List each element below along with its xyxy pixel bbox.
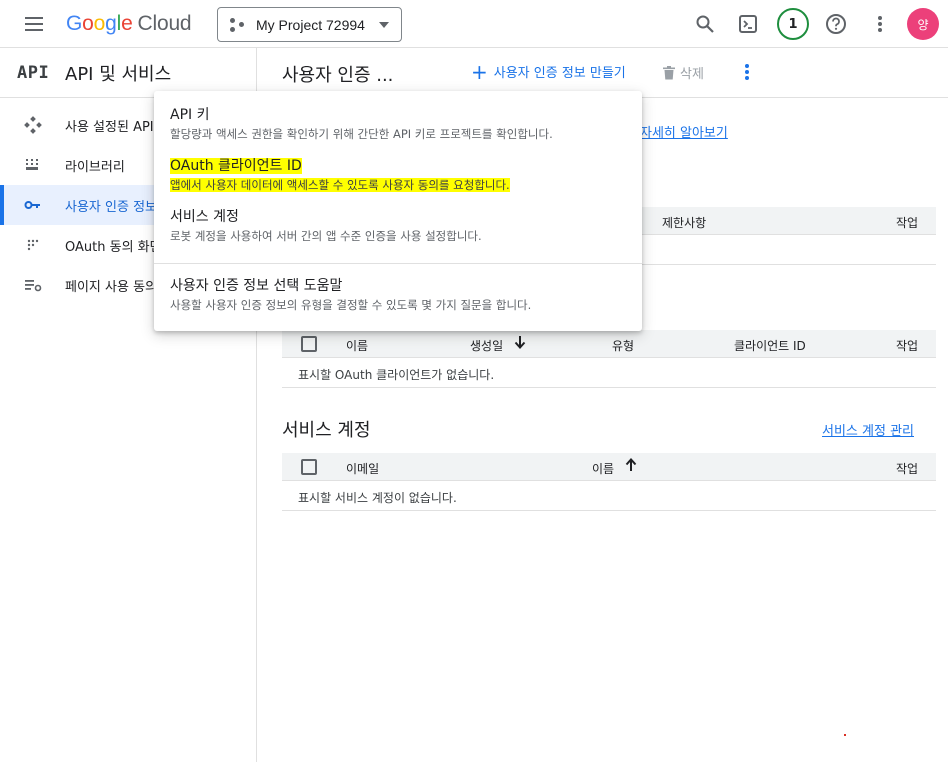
project-selector-button[interactable]: My Project 72994	[217, 7, 402, 42]
oauth-empty-row: 표시할 OAuth 클라이언트가 없습니다.	[282, 359, 936, 388]
col-name: 이름	[346, 339, 369, 353]
sidebar-item-label: OAuth 동의 화면	[65, 239, 162, 255]
sidebar-item-label: 페이지 사용 동의	[65, 279, 157, 295]
api-badge: API	[17, 62, 50, 83]
select-all-checkbox[interactable]	[301, 336, 317, 352]
learn-more-link[interactable]: 자세히 알아보기	[640, 122, 728, 141]
cloud-shell-icon[interactable]	[732, 8, 764, 40]
oauth-table-header: 이름 생성일 유형 클라이언트 ID 작업	[282, 330, 936, 358]
col-restrictions: 제한사항	[662, 216, 707, 230]
more-vert-icon[interactable]	[864, 8, 896, 40]
caret-down-icon	[379, 22, 389, 28]
service-accounts-empty-row: 표시할 서비스 계정이 없습니다.	[282, 482, 936, 511]
empty-message: 표시할 OAuth 클라이언트가 없습니다.	[298, 368, 495, 382]
delete-button[interactable]: 삭제	[663, 63, 704, 82]
project-name: My Project 72994	[256, 16, 365, 33]
select-all-checkbox[interactable]	[301, 459, 317, 475]
main-menu-icon[interactable]	[22, 14, 48, 34]
menu-item-desc: 로봇 계정을 사용하여 서버 간의 앱 수준 인증을 사용 설정합니다.	[170, 229, 482, 243]
menu-item-title: 사용자 인증 정보 선택 도움말	[170, 278, 343, 294]
plus-icon: +	[471, 59, 488, 84]
menu-divider	[154, 263, 642, 264]
top-bar: Google Cloud My Project 72994 1 양	[0, 0, 948, 48]
create-credentials-label: 사용자 인증 정보 만들기	[493, 66, 626, 81]
settings-list-icon	[23, 275, 43, 295]
service-accounts-title: 서비스 계정	[282, 420, 371, 441]
col-created[interactable]: 생성일	[470, 337, 503, 354]
manage-service-accounts-link[interactable]: 서비스 계정 관리	[822, 420, 914, 439]
google-cloud-logo[interactable]: Google Cloud	[66, 11, 192, 37]
menu-item-service-account[interactable]: 서비스 계정 로봇 계정을 사용하여 서버 간의 앱 수준 인증을 사용 설정합…	[154, 207, 642, 244]
notifications-badge[interactable]: 1	[777, 8, 809, 40]
diamond-nodes-icon	[23, 115, 43, 135]
menu-item-title: 서비스 계정	[170, 209, 239, 225]
col-client-id: 클라이언트 ID	[734, 339, 806, 353]
menu-item-desc: 할당량과 액세스 권한을 확인하기 위해 간단한 API 키로 프로젝트를 확인…	[170, 127, 553, 141]
nav-title: API 및 서비스	[65, 63, 172, 85]
create-credentials-menu: API 키 할당량과 액세스 권한을 확인하기 위해 간단한 API 키로 프로…	[154, 91, 642, 331]
stray-dot	[844, 734, 846, 736]
menu-item-title: API 키	[170, 107, 210, 123]
search-icon[interactable]	[689, 8, 721, 40]
more-actions-icon[interactable]	[740, 60, 754, 84]
trash-icon	[663, 65, 675, 80]
menu-item-oauth-client-id[interactable]: OAuth 클라이언트 ID 앱에서 사용자 데이터에 액세스할 수 있도록 사…	[154, 156, 642, 193]
col-name[interactable]: 이름	[592, 460, 614, 477]
menu-item-desc: 앱에서 사용자 데이터에 액세스할 수 있도록 사용자 동의를 요청합니다.	[170, 178, 510, 192]
empty-message: 표시할 서비스 계정이 없습니다.	[298, 491, 457, 505]
key-icon	[23, 195, 43, 215]
col-actions: 작업	[896, 462, 919, 476]
col-actions: 작업	[896, 216, 919, 230]
project-nodes-icon	[230, 17, 246, 32]
page-title: 사용자 인증 ...	[282, 65, 394, 86]
sidebar-item-label: 사용자 인증 정보	[65, 199, 157, 215]
help-icon[interactable]	[820, 8, 852, 40]
col-email: 이메일	[346, 462, 380, 476]
sidebar-item-label: 라이브러리	[65, 159, 125, 175]
library-grid-icon	[23, 155, 43, 175]
menu-item-title: OAuth 클라이언트 ID	[170, 158, 302, 174]
create-credentials-button[interactable]: + 사용자 인증 정보 만들기	[471, 59, 626, 84]
col-type: 유형	[612, 339, 635, 353]
menu-item-desc: 사용할 사용자 인증 정보의 유형을 결정할 수 있도록 몇 가지 질문을 합니…	[170, 298, 532, 312]
delete-label: 삭제	[680, 67, 704, 82]
col-actions: 작업	[896, 339, 919, 353]
arrow-down-icon[interactable]	[514, 335, 526, 352]
dots-grid-icon	[23, 235, 43, 255]
service-accounts-table-header: 이메일 이름 작업	[282, 453, 936, 481]
arrow-up-icon[interactable]	[625, 458, 637, 475]
menu-item-help-me-choose[interactable]: 사용자 인증 정보 선택 도움말 사용할 사용자 인증 정보의 유형을 결정할 …	[154, 276, 642, 313]
menu-item-api-key[interactable]: API 키 할당량과 액세스 권한을 확인하기 위해 간단한 API 키로 프로…	[154, 105, 642, 142]
account-avatar[interactable]: 양	[907, 8, 939, 40]
